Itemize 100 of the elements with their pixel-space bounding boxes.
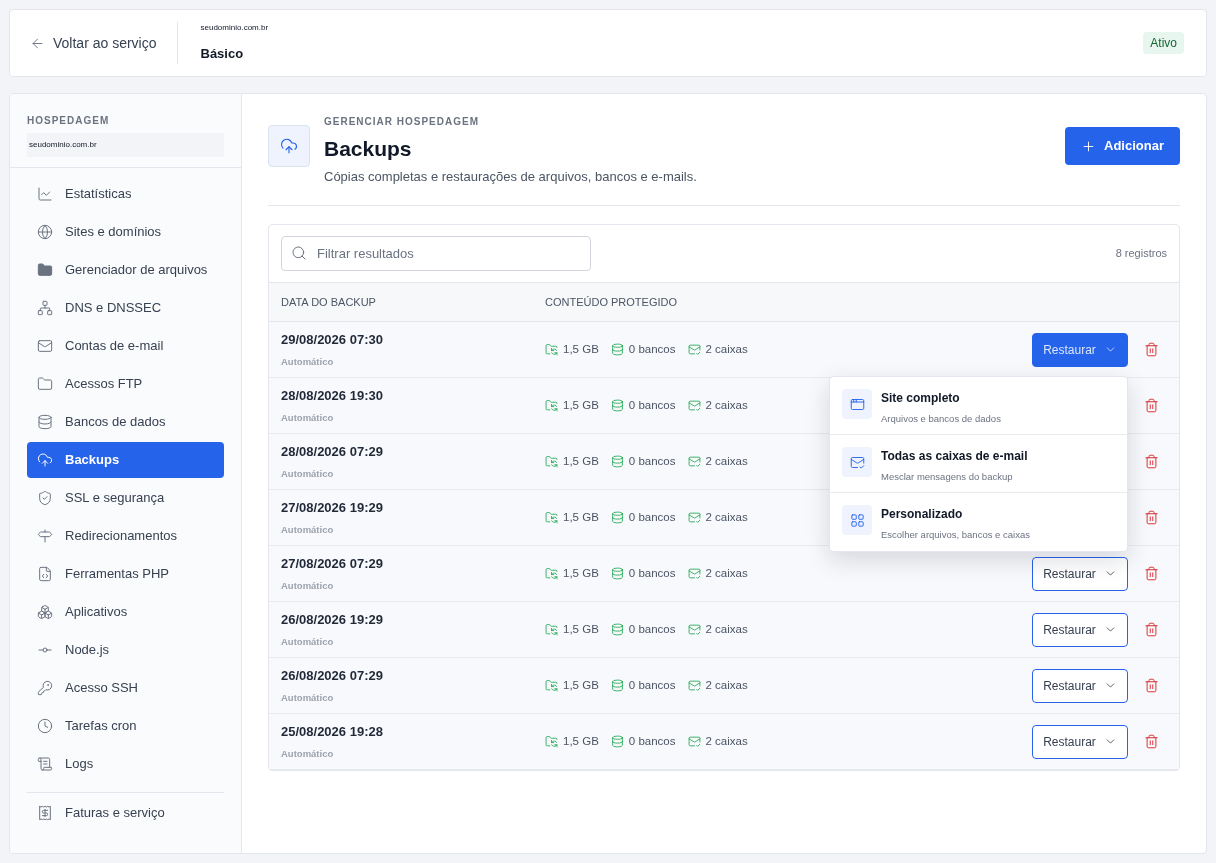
backup-type: Automático xyxy=(281,522,335,537)
menu-item-description: Arquivos e bancos de dados xyxy=(881,412,1001,426)
menu-item[interactable]: Site completo Arquivos e bancos de dados xyxy=(830,377,1127,435)
databases-text: 0 bancos xyxy=(628,565,676,581)
sidebar-item[interactable]: Backups xyxy=(27,442,224,478)
receipt-icon xyxy=(37,805,53,821)
record-count: 8 registros xyxy=(1115,246,1167,262)
file-icon xyxy=(37,566,53,582)
sidebar-item[interactable]: Node.js xyxy=(27,632,224,668)
menu-item[interactable]: Personalizado Escolher arquivos, bancos e caixas xyxy=(830,493,1127,551)
mail-icon xyxy=(687,343,701,356)
folder-icon xyxy=(37,262,53,278)
cloud-upload-icon xyxy=(280,137,298,155)
sidebar-item[interactable]: Aplicativos xyxy=(27,594,224,630)
delete-icon[interactable] xyxy=(1144,398,1159,413)
size-text: 1,5 GB xyxy=(563,453,599,469)
delete-icon[interactable] xyxy=(1144,566,1159,581)
backup-type: Automático xyxy=(281,634,335,649)
delete-icon[interactable] xyxy=(1144,678,1159,693)
mailboxes-text: 2 caixas xyxy=(705,453,748,469)
backup-type: Automático xyxy=(281,466,335,481)
sidebar-item[interactable]: DNS e DNSSEC xyxy=(27,290,224,326)
databases-text: 0 bancos xyxy=(628,509,676,525)
sidebar-item[interactable]: Acesso SSH xyxy=(27,670,224,706)
backup-date: 26/08/2026 19:29 xyxy=(281,611,384,630)
database-icon xyxy=(610,623,624,636)
delete-icon[interactable] xyxy=(1144,734,1159,749)
restore-button[interactable]: Restaurar xyxy=(1032,332,1128,367)
delete-icon[interactable] xyxy=(1144,622,1159,637)
mailboxes-text: 2 caixas xyxy=(705,677,748,693)
delete-icon[interactable] xyxy=(1144,454,1159,469)
restore-button[interactable]: Restaurar xyxy=(1032,724,1128,759)
grid-icon xyxy=(849,512,865,528)
folder-icon xyxy=(545,455,558,468)
plan-name: Básico xyxy=(200,45,245,64)
folder-icon xyxy=(545,511,558,524)
menu-item[interactable]: Todas as caixas de e-mail Mesclar mensagens do backup xyxy=(830,435,1127,493)
add-button[interactable]: Adicionar xyxy=(1065,127,1180,165)
size-text: 1,5 GB xyxy=(563,509,599,525)
delete-icon[interactable] xyxy=(1144,510,1159,525)
sidebar-item[interactable]: Logs xyxy=(27,746,224,782)
mail-icon xyxy=(849,454,865,470)
signpost-icon xyxy=(37,528,53,544)
folder-icon xyxy=(545,623,558,636)
sidebar-item[interactable]: Contas de e-mail xyxy=(27,328,224,364)
databases-text: 0 bancos xyxy=(628,341,676,357)
sidebar-item[interactable]: Estatísticas xyxy=(27,176,224,212)
mail-icon xyxy=(687,679,701,692)
backup-type: Automático xyxy=(281,354,335,369)
databases-text: 0 bancos xyxy=(628,453,676,469)
mail-icon xyxy=(37,338,53,354)
sidebar-item[interactable]: Ferramentas PHP xyxy=(27,556,224,592)
sidebar-item[interactable]: Bancos de dados xyxy=(27,404,224,440)
sidebar-item[interactable]: Gerenciador de arquivos xyxy=(27,252,224,288)
column-header: CONTEÚDO PROTEGIDO xyxy=(545,294,677,310)
sidebar-item[interactable]: Faturas e serviço xyxy=(27,795,224,831)
mailboxes-text: 2 caixas xyxy=(705,565,748,581)
backup-date: 29/08/2026 07:30 xyxy=(281,331,384,350)
log-icon xyxy=(37,756,53,772)
sidebar-item[interactable]: Acessos FTP xyxy=(27,366,224,402)
search-icon xyxy=(291,245,307,261)
mail-icon xyxy=(687,399,701,412)
mail-icon xyxy=(687,511,701,524)
menu-item-title: Todas as caixas de e-mail xyxy=(881,448,1028,465)
size-text: 1,5 GB xyxy=(563,565,599,581)
page-title: Backups xyxy=(324,136,413,162)
boxes-icon xyxy=(37,604,53,620)
database-icon xyxy=(610,679,624,692)
folder-icon xyxy=(545,735,558,748)
restore-button[interactable]: Restaurar xyxy=(1032,556,1128,591)
page-subtitle: Cópias completas e restaurações de arquivos, bancos e e-mails. xyxy=(324,167,697,186)
backup-date: 28/08/2026 19:30 xyxy=(281,387,384,406)
databases-text: 0 bancos xyxy=(628,621,676,637)
back-link[interactable]: Voltar ao serviço xyxy=(30,22,178,64)
backup-date: 25/08/2026 19:28 xyxy=(281,723,384,742)
database-icon xyxy=(610,567,624,580)
mailboxes-text: 2 caixas xyxy=(705,733,748,749)
sidebar-item[interactable]: Tarefas cron xyxy=(27,708,224,744)
cloud-upload-icon xyxy=(37,452,53,468)
sidebar-item[interactable]: Redirecionamentos xyxy=(27,518,224,554)
mail-icon xyxy=(687,735,701,748)
delete-icon[interactable] xyxy=(1144,342,1159,357)
restore-button[interactable]: Restaurar xyxy=(1032,612,1128,647)
backup-date: 27/08/2026 07:29 xyxy=(281,555,384,574)
database-icon xyxy=(610,511,624,524)
backup-type: Automático xyxy=(281,578,335,593)
restore-button[interactable]: Restaurar xyxy=(1032,668,1128,703)
mailboxes-text: 2 caixas xyxy=(705,341,748,357)
page-eyebrow: GERENCIAR HOSPEDAGEM xyxy=(324,115,480,129)
database-icon xyxy=(610,455,624,468)
databases-text: 0 bancos xyxy=(628,397,676,413)
menu-item-description: Mesclar mensagens do backup xyxy=(881,470,1014,484)
sidebar-item[interactable]: Sites e domínios xyxy=(27,214,224,250)
domain-text: seudominio.com.br xyxy=(27,133,224,157)
search-field[interactable]: Filtrar resultados xyxy=(281,236,591,271)
database-icon xyxy=(610,343,624,356)
clock-icon xyxy=(37,718,53,734)
sidebar-item[interactable]: SSL e segurança xyxy=(27,480,224,516)
column-header: DATA DO BACKUP xyxy=(281,294,377,310)
databases-text: 0 bancos xyxy=(628,677,676,693)
